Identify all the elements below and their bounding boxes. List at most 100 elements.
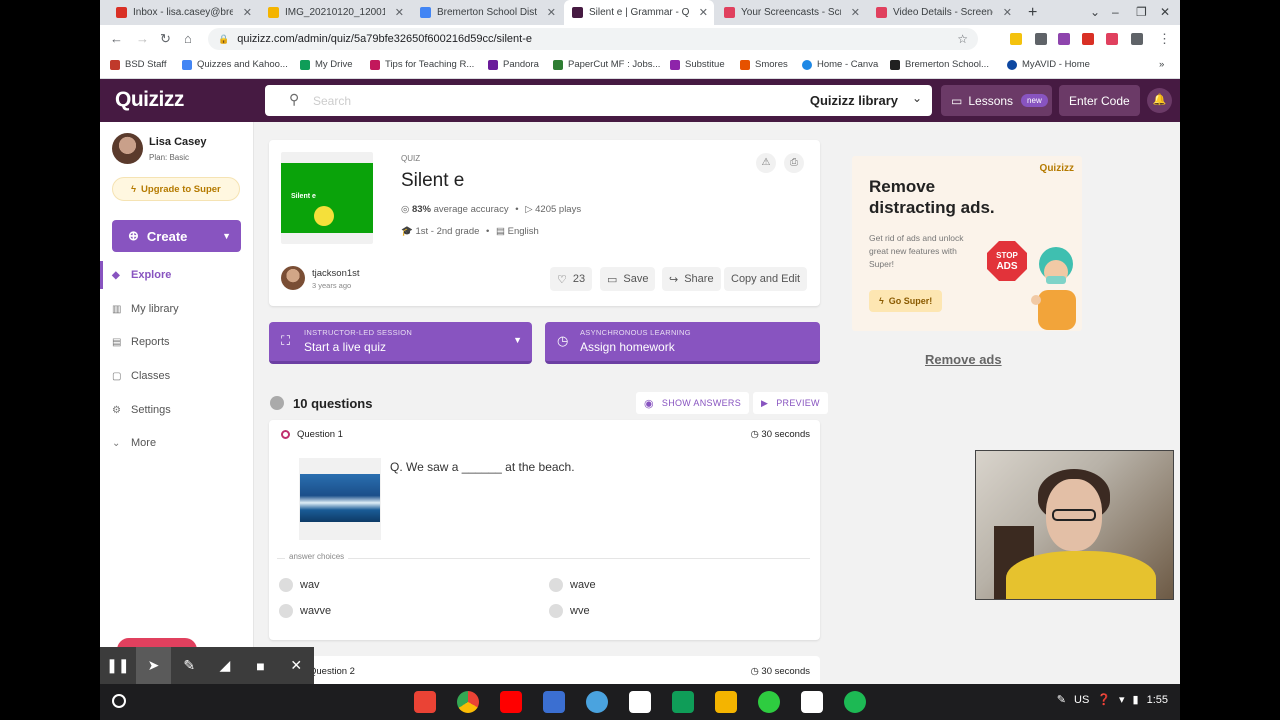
quiz-title: Silent e [401, 170, 465, 191]
author-name[interactable]: tjackson1st [312, 268, 360, 279]
close-icon[interactable]: ✕ [699, 6, 708, 19]
search-input[interactable]: Search [313, 94, 351, 108]
chrome-icon[interactable] [457, 691, 479, 713]
bookmark[interactable]: Home - Canva [802, 59, 878, 70]
sidebar-item-my-library[interactable]: ▥ My library [100, 295, 253, 323]
print-icon[interactable]: ⎙ [784, 153, 804, 173]
webcam-overlay[interactable] [975, 450, 1174, 600]
close-icon[interactable]: ✕ [395, 6, 404, 19]
bookmark[interactable]: BSD Staff [110, 59, 167, 70]
bookmark[interactable]: Bremerton School... [890, 59, 989, 70]
avatar[interactable] [112, 133, 143, 164]
notebook-icon[interactable] [801, 691, 823, 713]
bookmark[interactable]: Smores [740, 59, 788, 70]
forward-icon[interactable]: → [136, 31, 149, 46]
question-time-label: 30 seconds [761, 429, 810, 440]
minimize-icon[interactable]: – [1112, 5, 1119, 19]
menu-icon[interactable]: ⋮ [1158, 31, 1171, 47]
copy-edit-button[interactable]: Copy and Edit [724, 267, 808, 291]
browser-tab[interactable]: Inbox - lisa.casey@breme ✕ [108, 0, 258, 25]
upgrade-button[interactable]: ϟ Upgrade to Super [112, 177, 240, 201]
paint-icon[interactable] [586, 691, 608, 713]
word-app-icon[interactable] [629, 691, 651, 713]
caret-down-icon[interactable]: ▼ [513, 335, 522, 345]
bookmark-label: My Drive [315, 59, 353, 70]
enter-code-button[interactable]: Enter Code [1059, 85, 1140, 116]
sidebar-item-settings[interactable]: ⚙ Settings [100, 396, 253, 424]
wave-image[interactable] [300, 474, 380, 522]
browser-tab[interactable]: Your Screencasts - Scree ✕ [716, 0, 866, 25]
sidebar-item-explore[interactable]: ◆ Explore [100, 261, 253, 289]
divider [277, 558, 810, 559]
sidebar-item-more[interactable]: ⌄ More [100, 429, 253, 457]
author-avatar[interactable] [281, 266, 305, 290]
eraser-icon[interactable]: ◢ [207, 647, 243, 684]
cursor-icon[interactable]: ➤ [135, 647, 172, 684]
bookmark[interactable]: Quizzes and Kahoo... [182, 59, 288, 70]
back-icon[interactable]: ← [110, 31, 123, 46]
reload-icon[interactable]: ↻ [160, 31, 171, 47]
pause-icon[interactable]: ❚❚ [100, 647, 136, 684]
close-icon[interactable]: ✕ [278, 647, 314, 684]
report-icon[interactable]: ⚠ [756, 153, 776, 173]
launcher-icon[interactable] [112, 694, 126, 708]
bookmark[interactable]: Pandora [488, 59, 539, 70]
bookmark[interactable]: Tips for Teaching R... [370, 59, 474, 70]
new-tab-button[interactable]: + [1028, 4, 1037, 22]
share-button[interactable]: ↪ Share [662, 267, 721, 291]
browser-tab[interactable]: Video Details - Screenca ✕ [868, 0, 1018, 25]
browser-tab[interactable]: Bremerton School Distric ✕ [412, 0, 562, 25]
close-window-icon[interactable]: ✕ [1160, 5, 1170, 19]
browser-tab[interactable]: IMG_20210120_120016.j ✕ [260, 0, 410, 25]
bell-icon[interactable]: 🔔 [1147, 88, 1172, 113]
start-live-quiz-button[interactable]: ⛶ INSTRUCTOR-LED SESSION Start a live qu… [269, 322, 532, 364]
close-icon[interactable]: ✕ [1003, 6, 1012, 19]
youtube-icon[interactable] [500, 691, 522, 713]
show-answers-button[interactable]: ◉ SHOW ANSWERS [636, 392, 750, 414]
pen-icon[interactable]: ✎ [171, 647, 207, 684]
preview-button[interactable]: ▶ PREVIEW [753, 392, 828, 414]
spotify-icon[interactable] [844, 691, 866, 713]
go-super-button[interactable]: ϟ Go Super! [869, 290, 943, 312]
chevron-down-icon[interactable]: ⌄ [912, 91, 922, 105]
library-select[interactable]: Quizizz library [810, 93, 898, 108]
home-icon[interactable]: ⌂ [184, 31, 192, 46]
close-icon[interactable]: ✕ [547, 6, 556, 19]
create-button[interactable]: ⊕ Create ▼ [112, 220, 241, 252]
save-button[interactable]: ▭ Save [600, 267, 656, 291]
ad-banner[interactable]: Quizizz Remove distracting ads. Get rid … [852, 156, 1082, 331]
close-icon[interactable]: ✕ [243, 6, 252, 19]
assign-homework-button[interactable]: ◷ ASYNCHRONOUS LEARNING Assign homework [545, 322, 820, 364]
gmail-icon[interactable] [414, 691, 436, 713]
sidebar-item-reports[interactable]: ▤ Reports [100, 328, 253, 356]
keep-icon[interactable] [715, 691, 737, 713]
bookmark[interactable]: MyAVID - Home [1007, 59, 1090, 70]
like-button[interactable]: ♡ 23 [550, 267, 593, 291]
tab-search-icon[interactable]: ⌄ [1090, 5, 1100, 19]
bookmark[interactable]: Substitue [670, 59, 725, 70]
close-icon[interactable]: ✕ [851, 6, 860, 19]
extension-icon[interactable] [1010, 33, 1022, 45]
remove-ads-link[interactable]: Remove ads [925, 352, 1002, 367]
sidebar-item-classes[interactable]: ▢ Classes [100, 362, 253, 390]
lessons-button[interactable]: ▭ Lessons new [941, 85, 1052, 116]
search-bar[interactable]: ⚲ Search Quizizz library ⌄ [265, 85, 932, 116]
camera-icon[interactable]: ■ [243, 647, 279, 684]
bookmark[interactable]: My Drive [300, 59, 352, 70]
system-tray[interactable]: ✎ US ❓ ▾ ▮ 1:55 [1057, 693, 1168, 707]
extension-icon[interactable] [1058, 33, 1070, 45]
sheets-icon[interactable] [672, 691, 694, 713]
restore-icon[interactable]: ❐ [1136, 5, 1147, 19]
classroom-icon[interactable] [543, 691, 565, 713]
star-icon[interactable]: ☆ [957, 32, 968, 46]
url-bar[interactable]: 🔒 quizizz.com/admin/quiz/5a79bfe32650f60… [208, 28, 978, 50]
bookmark[interactable]: PaperCut MF : Jobs... [553, 59, 660, 70]
puzzle-icon[interactable] [1131, 33, 1143, 45]
screencastify-icon[interactable] [1106, 33, 1118, 45]
plus-app-icon[interactable] [758, 691, 780, 713]
mute-icon[interactable] [1035, 33, 1047, 45]
browser-tab-active[interactable]: Silent e | Grammar - Quiz ✕ [564, 0, 714, 25]
pen-icon[interactable] [1082, 33, 1094, 45]
more-bookmarks-icon[interactable]: » [1159, 59, 1164, 70]
quizizz-logo[interactable]: Quizizz [115, 88, 184, 112]
